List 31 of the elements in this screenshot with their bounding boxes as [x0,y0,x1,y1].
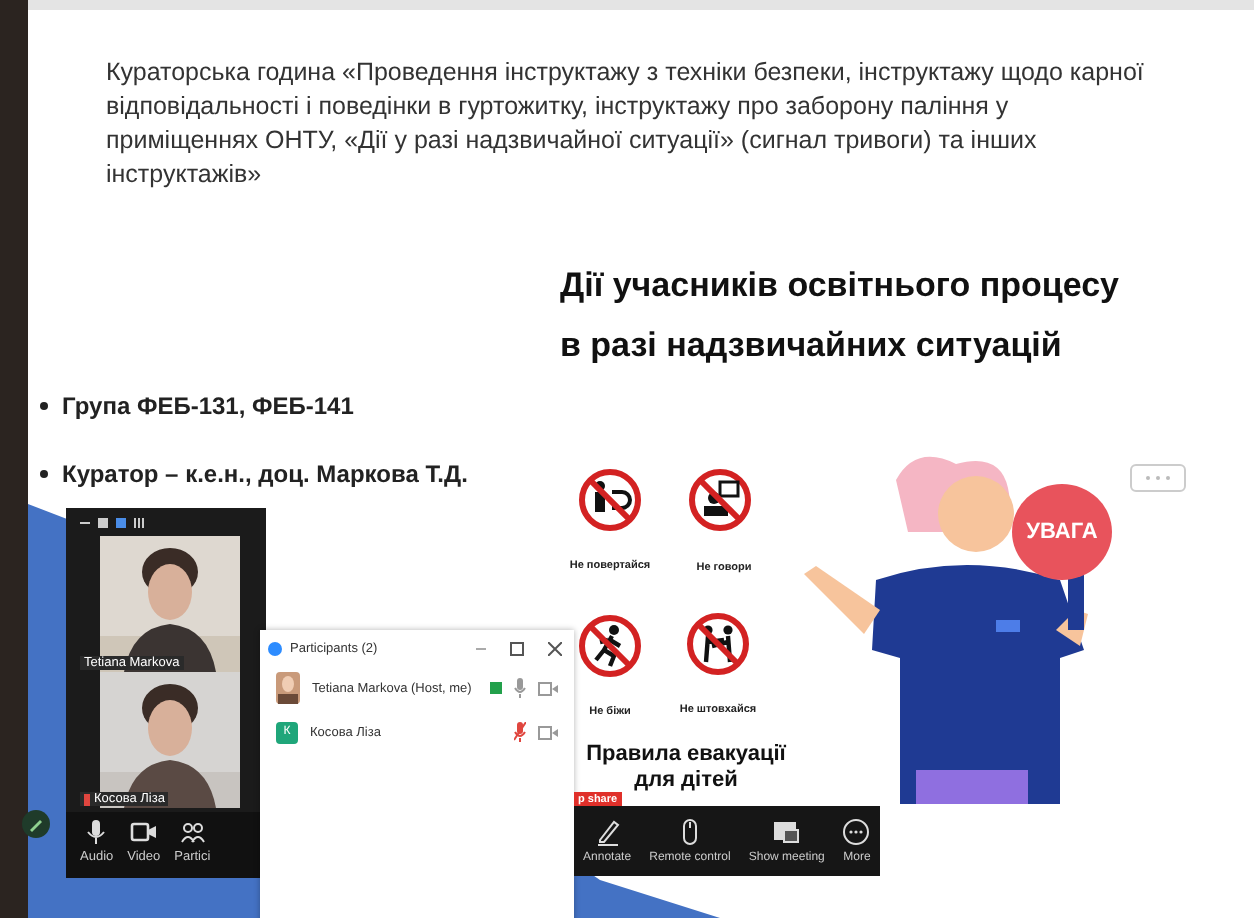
camera-icon[interactable] [538,725,558,739]
slide-heading: Правила евакуації для дітей [584,742,788,792]
warning-sign: УВАГА [1012,484,1112,580]
bullet-text: Куратор – к.е.н., доц. Маркова Т.Д. [62,460,468,488]
square-icon[interactable] [98,517,108,527]
microphone-icon [82,820,111,844]
camera-icon [129,820,158,844]
bullet-icon [40,470,48,478]
slide-paragraph: Кураторська година «Проведення інструктажу з техніки безпеки, інструктажу щодо карної відповідальності і поведінки в гуртожитку, інструктажу про заборону паління у приміщеннях ОНТУ, «Дії у разі надзвичайної ситуації» (сигнал тривоги) та інших інструктажів» [106,56,1146,192]
camera-icon[interactable] [538,681,558,695]
pencil-icon [26,814,46,834]
people-icon [178,820,207,844]
app-logo-icon [268,641,282,655]
prohibition-sign-icon [688,468,752,532]
bullet-icon [40,402,48,410]
prohibition-sign-icon [686,612,750,676]
minimize-icon[interactable] [80,521,90,523]
grid-icon[interactable] [134,517,144,527]
windows-icon [772,818,801,846]
maximize-icon[interactable] [510,641,524,655]
more-icon [842,818,871,846]
close-icon[interactable] [548,641,562,655]
slide-title: Дії учасників освітнього процесу в разі надзвичайних ситуацій [560,264,1122,368]
muted-mic-icon[interactable] [514,722,526,742]
prohibition-sign-icon [578,614,642,678]
more-icon [1130,464,1186,492]
prohibition-sign-icon [578,468,642,532]
bullet-text: Група ФЕБ-131, ФЕБ-141 [62,392,354,420]
microphone-icon[interactable] [514,678,526,698]
avatar [276,672,300,704]
pencil-icon [593,818,622,846]
